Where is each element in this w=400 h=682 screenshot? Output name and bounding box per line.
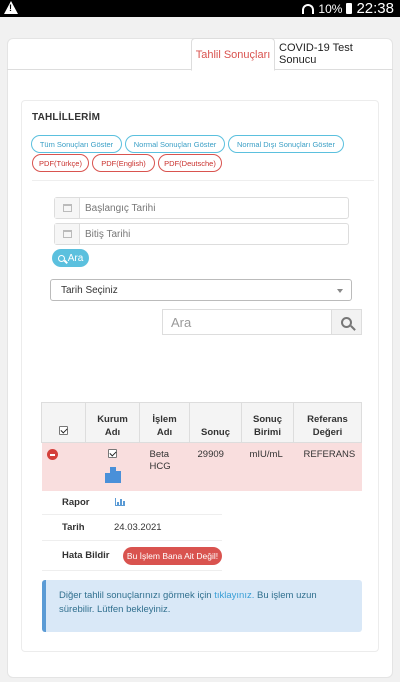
cell-process: Beta HCG — [139, 442, 190, 491]
header-unit: Sonuç Birimi — [241, 402, 294, 443]
date-select[interactable]: Tarih Seçiniz — [50, 279, 352, 301]
results-table: Kurum Adı İşlem Adı Sonuç Sonuç Birimi R… — [41, 402, 362, 491]
search-icon — [57, 254, 65, 262]
collapse-row-icon[interactable] — [46, 449, 58, 460]
search-button[interactable]: Ara — [52, 249, 89, 267]
header-institution: Kurum Adı — [85, 402, 140, 443]
divider — [42, 570, 222, 571]
date-select-value: Tarih Seçiniz — [61, 284, 118, 296]
calendar-icon — [55, 198, 80, 218]
select-all-checkbox[interactable] — [59, 425, 68, 435]
divider — [32, 180, 374, 181]
table-search-button[interactable] — [331, 310, 361, 334]
header-process: İşlem Adı — [139, 402, 190, 443]
tab-bar: Tahlil Sonuçları COVID-19 Test Sonucu — [7, 38, 393, 71]
cell-result: 29909 — [189, 442, 242, 491]
pdf-german-button[interactable]: PDF(Deutsche) — [158, 154, 222, 172]
show-normal-button[interactable]: Normal Sonuçları Göster — [125, 135, 225, 153]
chevron-down-icon — [337, 289, 343, 293]
header-result: Sonuç — [189, 402, 242, 443]
cell-unit: mIU/mL — [241, 442, 294, 491]
search-button-label: Ara — [67, 252, 84, 264]
table-search — [162, 309, 362, 335]
date-label: Tarih — [62, 522, 85, 533]
calendar-icon — [55, 224, 80, 244]
report-label: Rapor — [62, 497, 90, 508]
report-issue-button[interactable]: Bu İşlem Bana Ait Değil! — [123, 547, 222, 565]
start-date-field — [54, 197, 349, 219]
table-search-input[interactable] — [171, 313, 321, 331]
wifi-icon — [302, 3, 315, 14]
date-value: 24.03.2021 — [114, 522, 162, 533]
report-chart-icon[interactable] — [115, 498, 125, 506]
table-row[interactable]: Beta HCG 29909 mIU/mL REFERANS — [41, 442, 362, 491]
show-all-button[interactable]: Tüm Sonuçları Göster — [31, 135, 122, 153]
divider — [42, 540, 222, 541]
clock: 22:38 — [356, 0, 394, 17]
info-alert: Diğer tahlil sonuçlarınızı görmek için t… — [42, 580, 362, 632]
report-issue-label: Hata Bildir — [62, 550, 110, 561]
divider — [42, 514, 222, 515]
cell-reference: REFERANS — [293, 442, 362, 491]
status-bar: ! 10% 22:38 — [0, 0, 400, 17]
tab-covid-results[interactable]: COVID-19 Test Sonucu — [279, 38, 393, 70]
hospital-building-icon — [104, 465, 121, 483]
battery-icon — [346, 3, 353, 14]
search-icon — [341, 316, 352, 328]
section-title: TAHLİLLERİM — [32, 112, 101, 123]
row-checkbox[interactable] — [108, 449, 117, 458]
battery-level: 10% — [318, 1, 343, 16]
pdf-turkish-button[interactable]: PDF(Türkçe) — [32, 154, 89, 172]
show-abnormal-button[interactable]: Normal Dışı Sonuçları Göster — [228, 135, 344, 153]
info-text-before: Diğer tahlil sonuçlarınızı görmek için — [59, 590, 215, 601]
end-date-input[interactable] — [85, 224, 345, 244]
tab-lab-results[interactable]: Tahlil Sonuçları — [191, 38, 275, 71]
info-link[interactable]: tıklayınız. — [214, 590, 254, 601]
end-date-field — [54, 223, 349, 245]
start-date-input[interactable] — [85, 198, 345, 218]
header-reference: Referans Değeri — [293, 402, 362, 443]
pdf-english-button[interactable]: PDF(English) — [92, 154, 155, 172]
select-all-header — [41, 402, 86, 443]
warning-icon: ! — [4, 1, 18, 14]
